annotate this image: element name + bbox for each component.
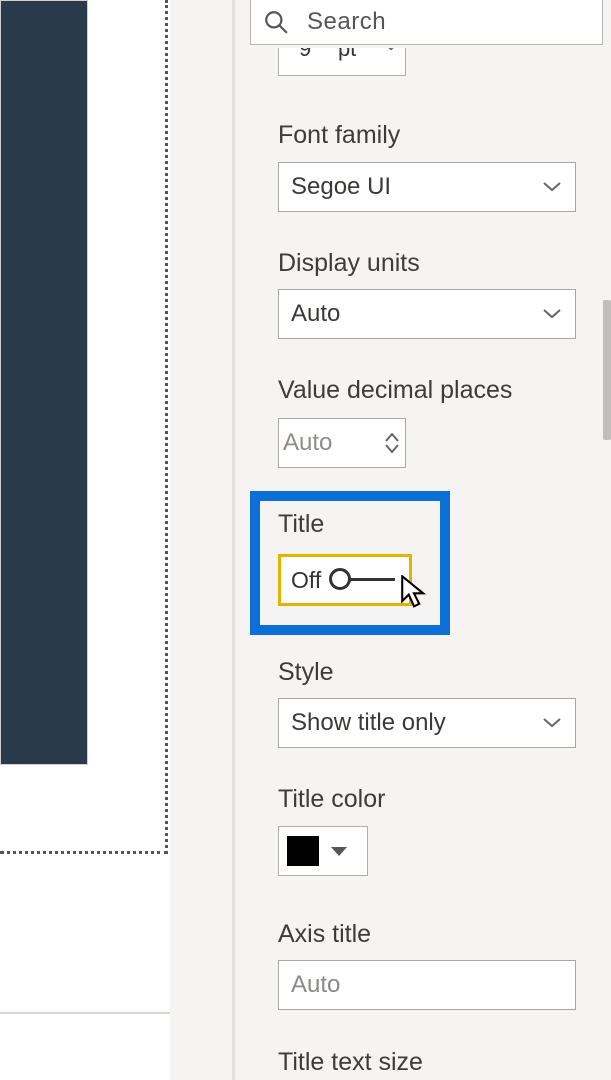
toggle-graphic (329, 568, 395, 592)
search-icon (263, 9, 289, 35)
style-value: Show title only (291, 709, 446, 737)
axis-title-label: Axis title (278, 920, 371, 949)
spinner-arrows[interactable] (385, 433, 399, 453)
selection-border (0, 0, 168, 854)
font-family-value: Segoe UI (291, 173, 391, 201)
font-family-select[interactable]: Segoe UI (278, 162, 576, 212)
font-size-stepper[interactable]: 9 pt (278, 48, 406, 76)
chevron-down-icon (383, 48, 399, 51)
font-size-unit: pt (338, 48, 356, 62)
chevron-down-icon (543, 309, 561, 319)
search-input[interactable]: Search (250, 0, 603, 45)
title-toggle-state: Off (291, 567, 321, 594)
canvas-divider (0, 1012, 170, 1014)
chevron-up-icon (385, 433, 399, 442)
title-section-label: Title (278, 510, 324, 539)
title-text-size-label: Title text size (278, 1048, 423, 1077)
color-swatch (287, 836, 319, 866)
report-canvas (0, 0, 170, 1080)
display-units-value: Auto (291, 300, 340, 328)
search-placeholder: Search (307, 8, 386, 36)
chevron-down-icon (543, 718, 561, 728)
title-toggle[interactable]: Off (278, 554, 412, 606)
font-family-label: Font family (278, 121, 400, 150)
chevron-down-icon (385, 444, 399, 453)
title-color-picker[interactable] (278, 826, 368, 876)
pane-divider (232, 0, 235, 1080)
style-label: Style (278, 658, 334, 687)
value-decimal-places-label: Value decimal places (278, 376, 512, 405)
axis-title-value: Auto (291, 971, 340, 999)
value-decimal-places-stepper[interactable]: Auto (278, 418, 406, 468)
axis-title-input[interactable]: Auto (278, 960, 576, 1010)
scrollbar-thumb[interactable] (603, 300, 611, 440)
value-decimal-places-value: Auto (283, 429, 332, 457)
display-units-label: Display units (278, 249, 420, 278)
chevron-down-icon (543, 182, 561, 192)
title-color-label: Title color (278, 785, 385, 814)
font-size-value: 9 (299, 48, 311, 62)
style-select[interactable]: Show title only (278, 698, 576, 748)
display-units-select[interactable]: Auto (278, 289, 576, 339)
caret-down-icon (331, 847, 347, 856)
